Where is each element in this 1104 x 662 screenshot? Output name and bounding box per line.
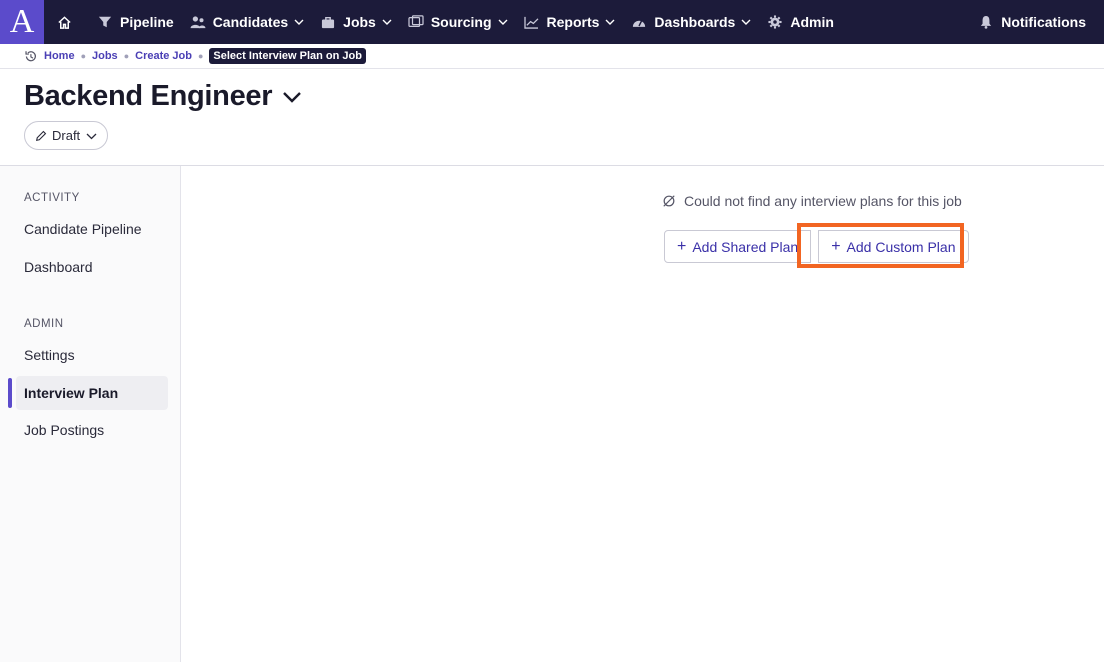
bell-icon (978, 14, 994, 30)
breadcrumb-separator: ● (80, 51, 86, 61)
nav-dashboards[interactable]: Dashboards (623, 0, 759, 44)
chevron-down-icon (498, 17, 508, 27)
app-logo[interactable]: A (0, 0, 44, 44)
page-title: Backend Engineer (24, 80, 302, 113)
nav-candidates[interactable]: Candidates (182, 0, 312, 44)
chart-line-icon (524, 14, 540, 30)
chevron-down-icon (86, 132, 97, 140)
empty-message-text: Could not find any interview plans for t… (684, 193, 962, 209)
sidebar-section-activity: ACTIVITY (24, 192, 80, 204)
status-dropdown[interactable]: Draft (24, 121, 109, 150)
nav-reports[interactable]: Reports (516, 0, 624, 44)
chevron-down-icon (382, 17, 392, 27)
nav-candidates-label: Candidates (212, 14, 289, 30)
sidebar-section-admin: ADMIN (24, 318, 64, 330)
empty-state-message: Could not find any interview plans for t… (662, 193, 962, 209)
plus-icon: + (677, 237, 687, 255)
top-nav: A Pipeline Candidates Jobs Sourcing Repo… (0, 0, 1104, 44)
nav-dashboards-label: Dashboards (654, 14, 736, 30)
people-icon (190, 14, 206, 30)
sidebar: ACTIVITY Candidate Pipeline Dashboard AD… (0, 166, 181, 662)
nav-admin[interactable]: Admin (759, 0, 842, 44)
nav-pipeline[interactable]: Pipeline (89, 0, 182, 44)
nav-items: Pipeline Candidates Jobs Sourcing Report… (44, 0, 842, 44)
nav-jobs-label: Jobs (343, 14, 376, 30)
logo-letter: A (9, 3, 35, 40)
breadcrumb: Home ● Jobs ● Create Job ● Select Interv… (0, 44, 1104, 69)
breadcrumb-jobs[interactable]: Jobs (92, 50, 118, 62)
active-indicator (8, 378, 12, 408)
nav-sourcing-label: Sourcing (430, 14, 492, 30)
nav-pipeline-label: Pipeline (120, 14, 174, 30)
nav-home[interactable] (44, 0, 89, 44)
history-icon[interactable] (24, 50, 37, 63)
chevron-down-icon (605, 17, 615, 27)
breadcrumb-current: Select Interview Plan on Job (209, 48, 366, 64)
nav-admin-label: Admin (790, 14, 834, 30)
filter-icon (97, 14, 113, 30)
sourcing-icon (408, 14, 424, 30)
sidebar-item-interview-plan[interactable]: Interview Plan (16, 376, 168, 410)
chevron-down-icon[interactable] (282, 90, 302, 104)
breadcrumb-separator: ● (197, 51, 204, 61)
nav-jobs[interactable]: Jobs (312, 0, 400, 44)
pencil-icon (35, 130, 47, 142)
sidebar-item-job-postings[interactable]: Job Postings (16, 413, 168, 447)
chevron-down-icon (741, 17, 751, 27)
empty-set-icon (662, 194, 676, 208)
status-label: Draft (52, 128, 81, 143)
plus-icon: + (831, 237, 841, 255)
sidebar-item-settings[interactable]: Settings (16, 338, 168, 372)
breadcrumb-home[interactable]: Home (44, 50, 75, 62)
add-custom-plan-button[interactable]: + Add Custom Plan (818, 230, 969, 263)
gear-icon (767, 14, 783, 30)
gauge-icon (631, 14, 647, 30)
sidebar-item-candidate-pipeline[interactable]: Candidate Pipeline (16, 212, 168, 246)
home-icon (56, 14, 72, 30)
notifications-label: Notifications (1001, 14, 1086, 30)
job-title: Backend Engineer (24, 80, 273, 112)
breadcrumb-separator: ● (123, 51, 130, 61)
add-shared-plan-button[interactable]: + Add Shared Plan (664, 230, 812, 263)
chevron-down-icon (294, 17, 304, 27)
nav-sourcing[interactable]: Sourcing (400, 0, 516, 44)
plan-button-group: + Add Shared Plan + Add Custom Plan (664, 230, 969, 263)
briefcase-icon (320, 14, 336, 30)
nav-reports-label: Reports (546, 14, 600, 30)
nav-notifications[interactable]: Notifications (970, 0, 1104, 44)
breadcrumb-create-job[interactable]: Create Job (135, 50, 192, 62)
add-shared-plan-label: Add Shared Plan (692, 238, 799, 255)
sidebar-item-dashboard[interactable]: Dashboard (16, 250, 168, 284)
add-custom-plan-label: Add Custom Plan (846, 238, 956, 255)
